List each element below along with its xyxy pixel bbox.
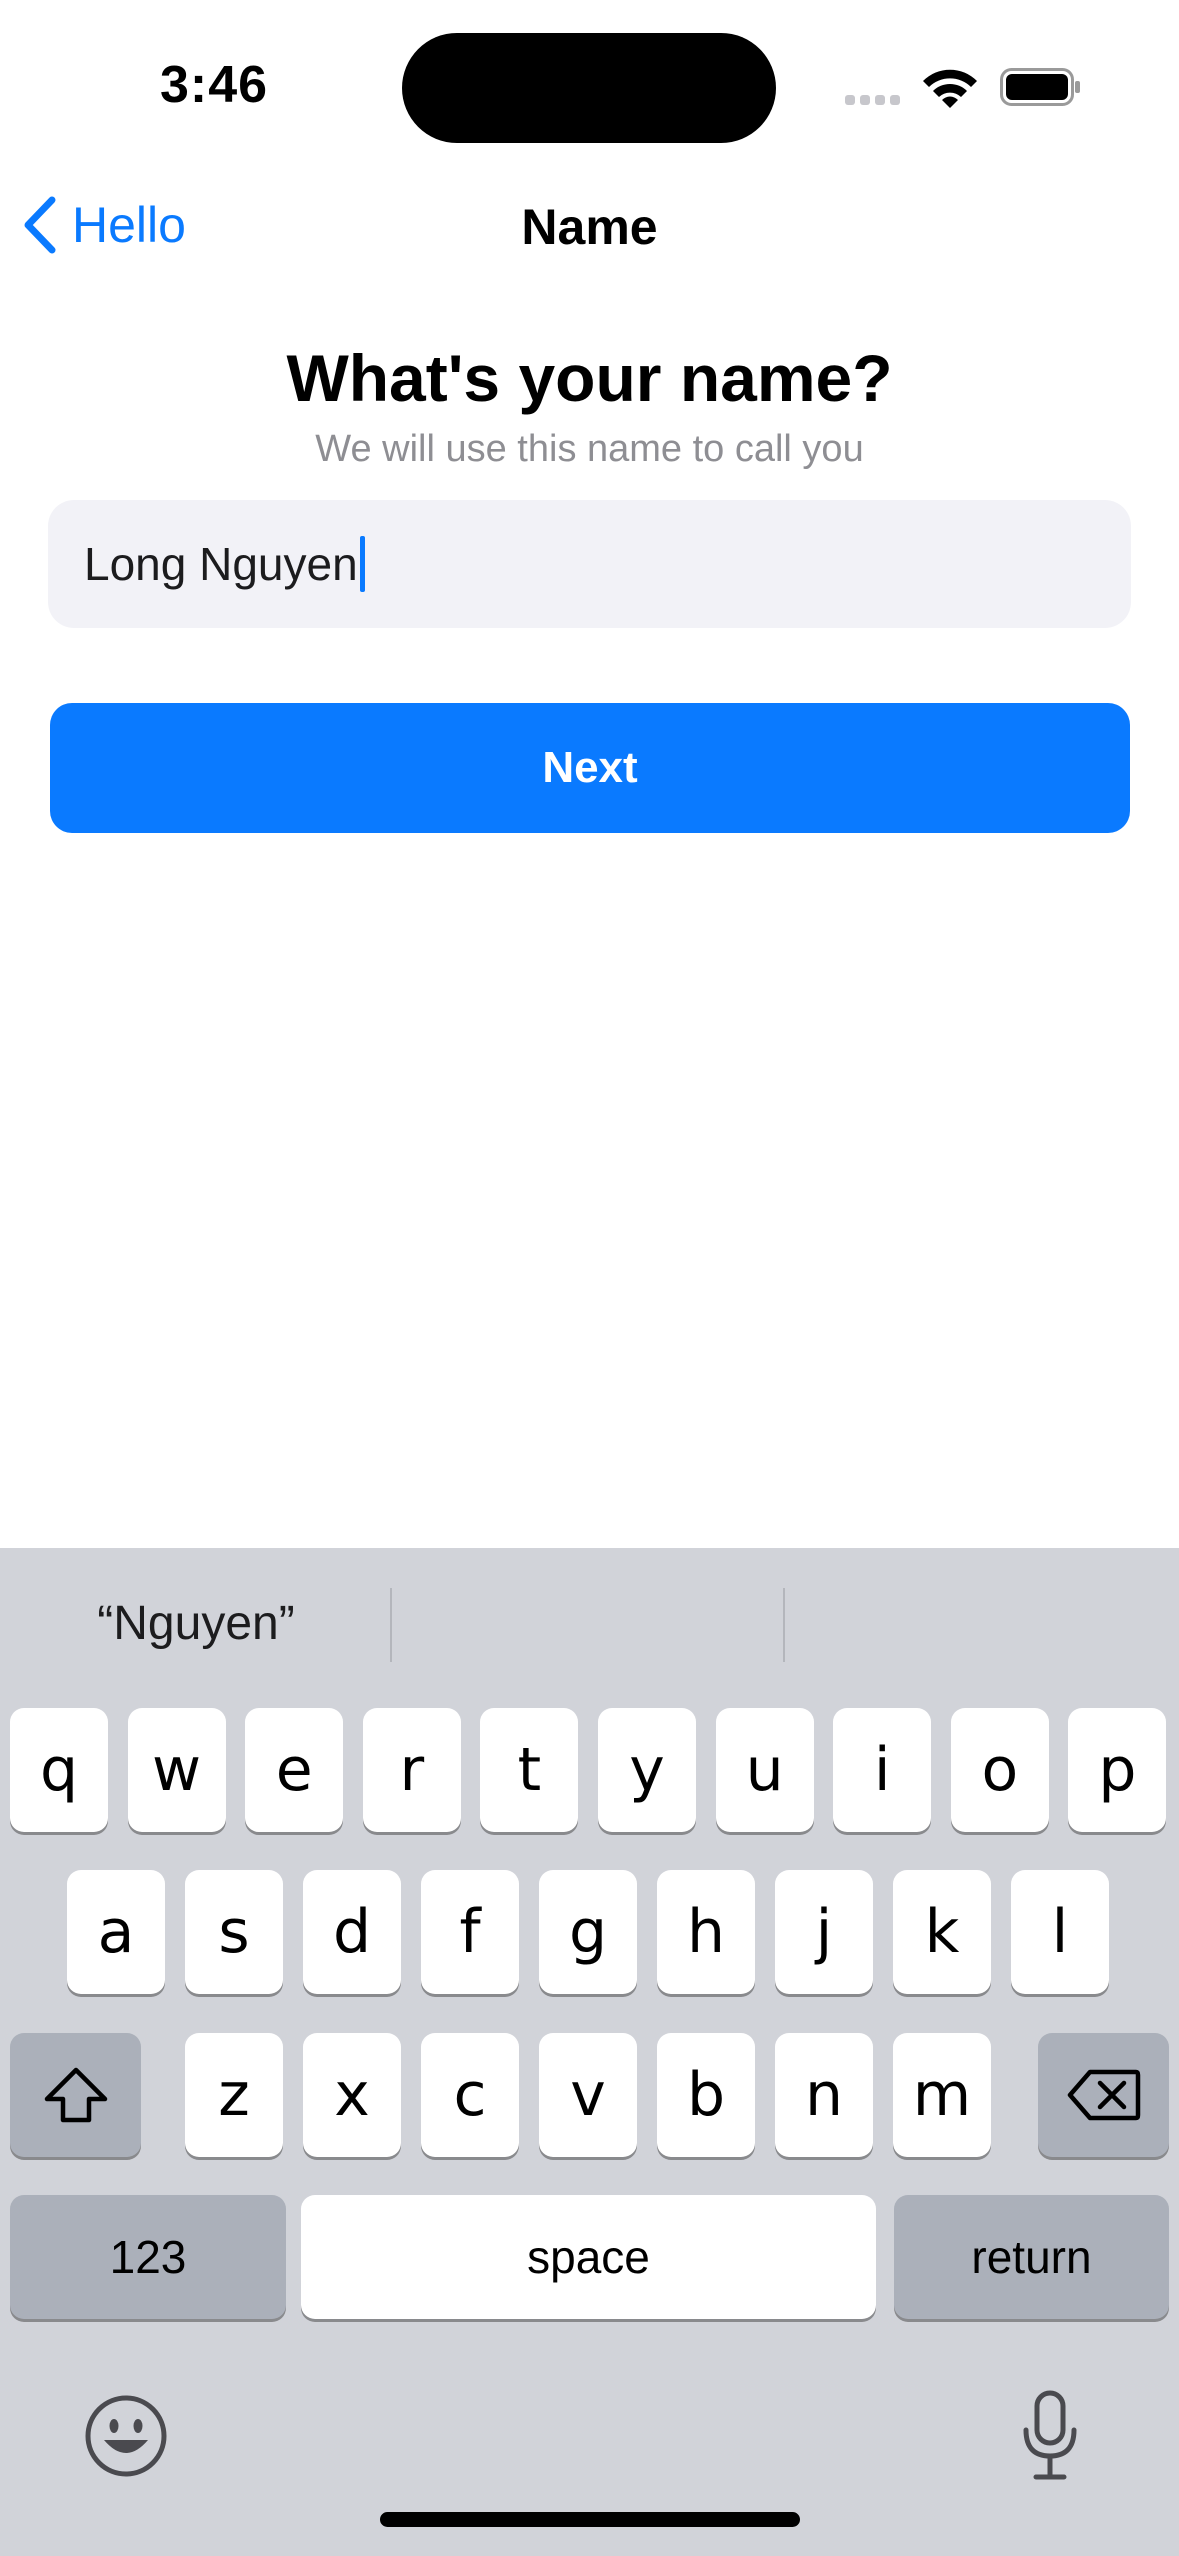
shift-key[interactable]	[10, 2033, 141, 2157]
key-c[interactable]: c	[421, 2033, 519, 2157]
dynamic-island	[402, 33, 776, 143]
suggestion-divider	[390, 1588, 392, 1662]
home-indicator	[380, 2512, 800, 2527]
key-v[interactable]: v	[539, 2033, 637, 2157]
numbers-key[interactable]: 123	[10, 2195, 286, 2319]
battery-icon	[1000, 68, 1082, 106]
key-s[interactable]: s	[185, 1870, 283, 1994]
key-y[interactable]: y	[598, 1708, 696, 1832]
nav-title: Name	[521, 199, 658, 255]
key-r[interactable]: r	[362, 1708, 461, 1832]
key-u[interactable]: u	[715, 1708, 814, 1832]
shift-icon	[44, 2067, 107, 2123]
return-key[interactable]: return	[894, 2195, 1169, 2319]
key-n[interactable]: n	[775, 2033, 873, 2157]
page-heading: What's your name?	[286, 341, 893, 415]
suggestion-item[interactable]: “Nguyen”	[0, 1548, 392, 1698]
key-g[interactable]: g	[539, 1870, 637, 1994]
cellular-signal-icon	[845, 92, 905, 105]
name-input[interactable]: Long Nguyen	[48, 500, 1131, 628]
key-q[interactable]: q	[10, 1708, 108, 1832]
key-t[interactable]: t	[480, 1708, 579, 1832]
name-input-value: Long Nguyen	[84, 538, 358, 590]
microphone-icon[interactable]	[1020, 2390, 1080, 2482]
key-o[interactable]: o	[950, 1708, 1049, 1832]
key-z[interactable]: z	[185, 2033, 283, 2157]
backspace-icon	[1067, 2069, 1140, 2121]
wifi-icon	[920, 64, 980, 110]
key-a[interactable]: a	[67, 1870, 165, 1994]
page-subtitle: We will use this name to call you	[315, 428, 864, 470]
text-cursor	[359, 536, 365, 592]
backspace-key[interactable]	[1038, 2033, 1169, 2157]
key-l[interactable]: l	[1011, 1870, 1109, 1994]
key-d[interactable]: d	[303, 1870, 401, 1994]
key-m[interactable]: m	[893, 2033, 991, 2157]
key-e[interactable]: e	[245, 1708, 344, 1832]
key-p[interactable]: p	[1068, 1708, 1167, 1832]
emoji-icon[interactable]	[84, 2394, 168, 2478]
key-k[interactable]: k	[893, 1870, 991, 1994]
key-b[interactable]: b	[657, 2033, 755, 2157]
suggestion-divider	[783, 1588, 785, 1662]
key-x[interactable]: x	[303, 2033, 401, 2157]
key-i[interactable]: i	[833, 1708, 932, 1832]
next-button[interactable]: Next	[50, 703, 1130, 833]
space-key[interactable]: space	[301, 2195, 876, 2319]
status-time: 3:46	[160, 56, 269, 114]
key-w[interactable]: w	[127, 1708, 226, 1832]
key-h[interactable]: h	[657, 1870, 755, 1994]
key-f[interactable]: f	[421, 1870, 519, 1994]
key-j[interactable]: j	[775, 1870, 873, 1994]
